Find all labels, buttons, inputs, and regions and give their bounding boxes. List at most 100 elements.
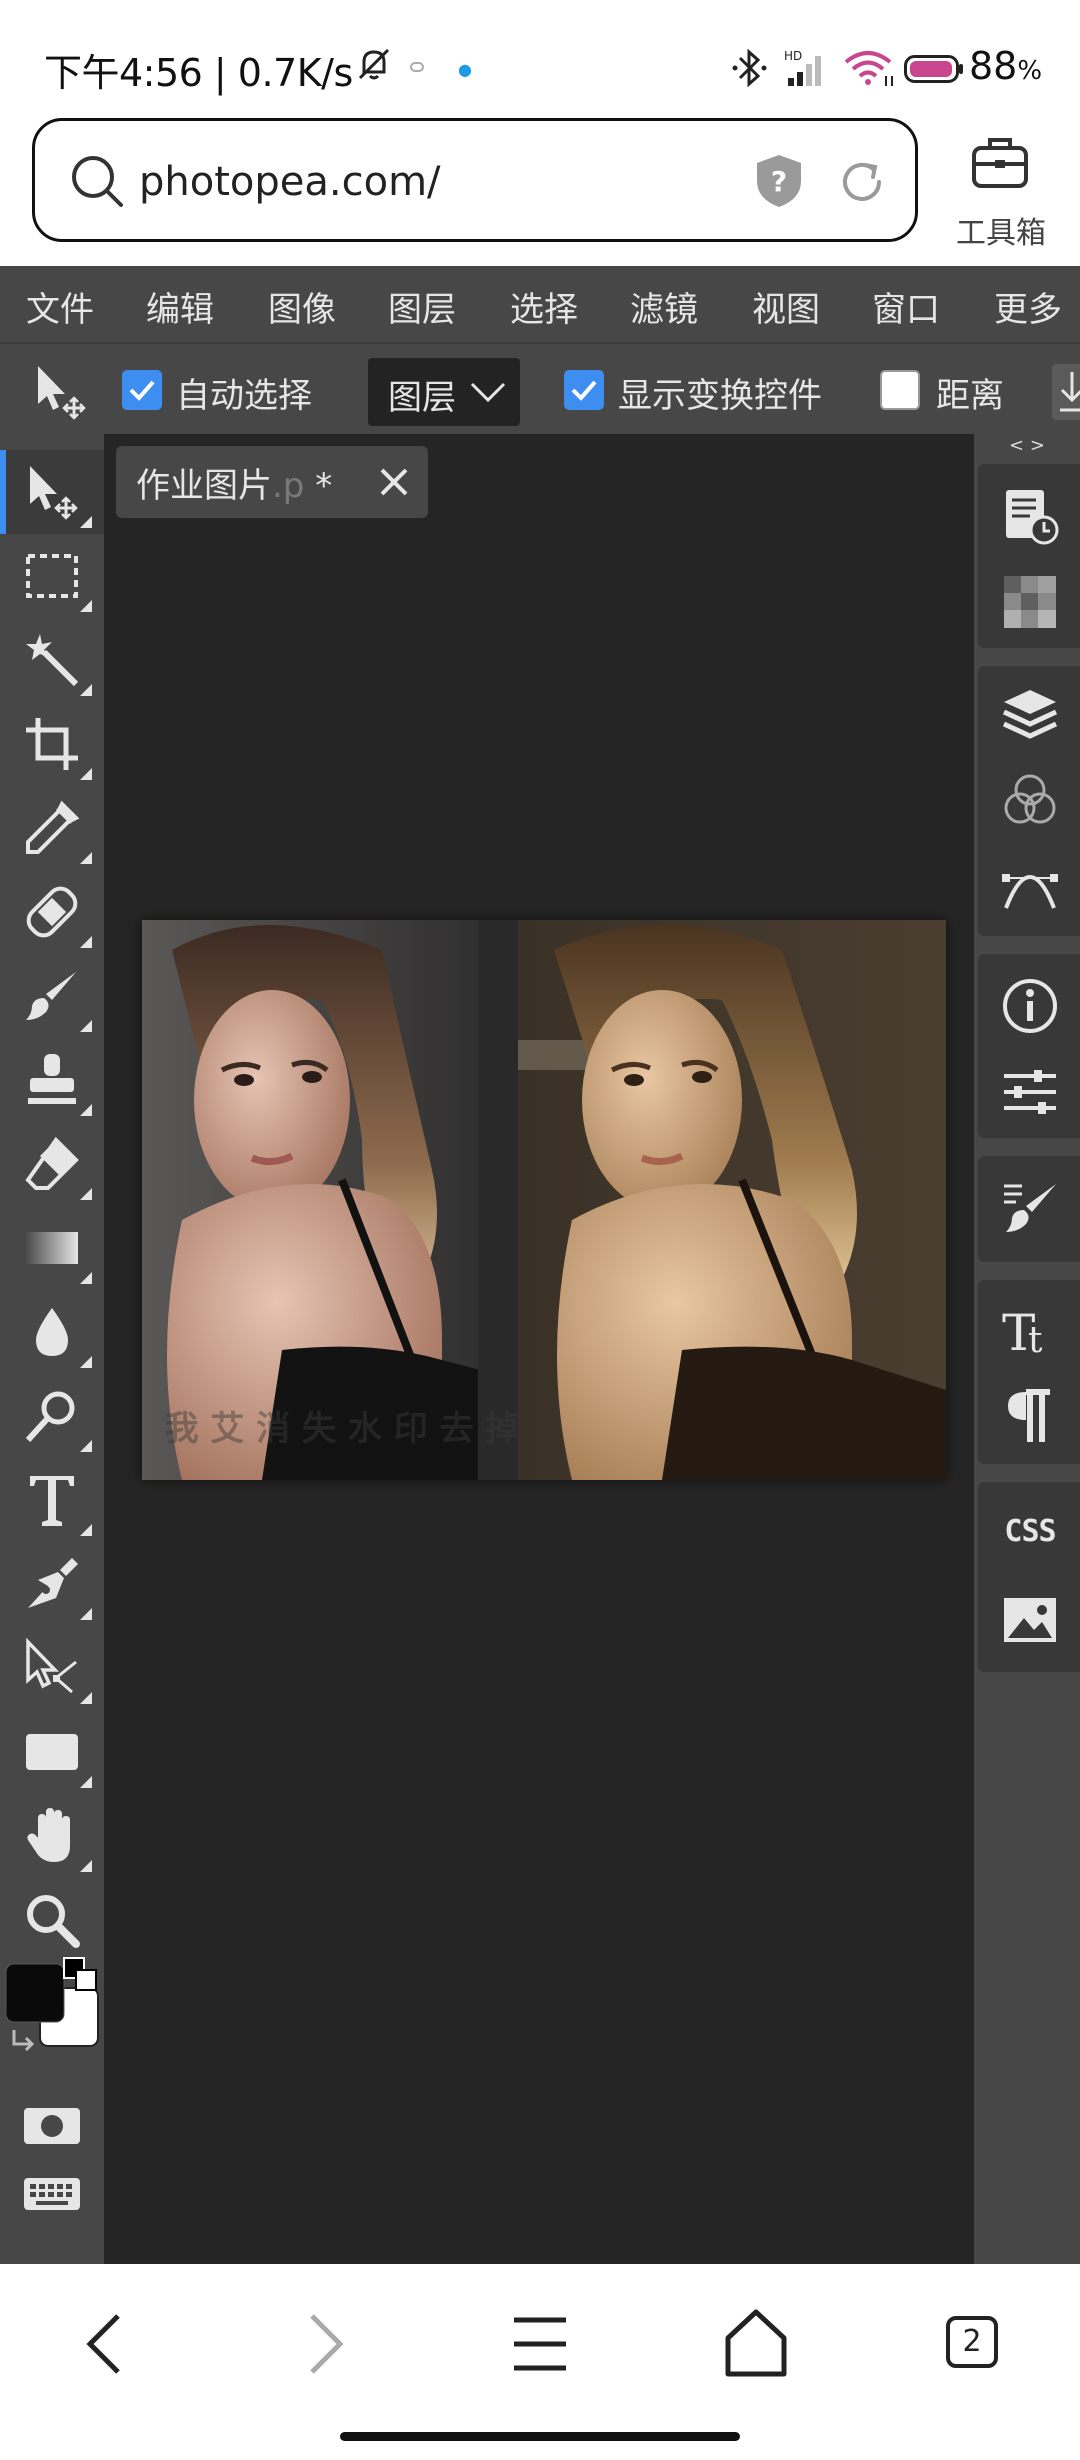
panel-group-history xyxy=(978,464,1080,648)
pen-tool[interactable] xyxy=(0,1542,104,1626)
submenu-triangle-icon xyxy=(80,1692,92,1704)
menu-more[interactable]: 更多 xyxy=(994,282,1062,331)
keyboard-icon[interactable] xyxy=(22,2174,82,2214)
menu-filter[interactable]: 滤镜 xyxy=(630,282,698,331)
show-transform-label[interactable]: 显示变换控件 xyxy=(618,368,822,417)
crop-tool[interactable] xyxy=(0,702,104,786)
document-tab-title: 作业图片.p * xyxy=(136,458,332,507)
eraser-icon xyxy=(25,1136,79,1190)
healing-brush-tool[interactable] xyxy=(0,870,104,954)
battery-value: 88 xyxy=(969,44,1018,88)
panel-group-brush xyxy=(978,1156,1080,1262)
eyedropper-tool[interactable] xyxy=(0,786,104,870)
menu-edit[interactable]: 编辑 xyxy=(146,282,214,331)
toolbox-button[interactable]: 工具箱 xyxy=(946,130,1056,254)
path-select-tool[interactable] xyxy=(0,1626,104,1710)
zoom-tool[interactable] xyxy=(0,1878,104,1962)
close-icon[interactable] xyxy=(378,466,410,498)
battery-percent: 88% xyxy=(969,44,1042,88)
paragraph-icon[interactable] xyxy=(1000,1386,1060,1446)
submenu-triangle-icon xyxy=(80,1524,92,1536)
layers-icon[interactable] xyxy=(1000,684,1060,744)
distance-checkbox[interactable] xyxy=(880,370,920,410)
drop-icon xyxy=(36,1308,68,1356)
menu-window[interactable]: 窗口 xyxy=(872,282,940,331)
history-icon[interactable] xyxy=(1000,486,1060,546)
toolbox-icon xyxy=(972,138,1028,188)
foreground-color-swatch xyxy=(5,1963,65,2023)
reload-icon[interactable] xyxy=(835,155,889,209)
svg-text:t: t xyxy=(1028,1320,1043,1360)
eyedropper-icon xyxy=(26,800,80,854)
rectangle-tool[interactable] xyxy=(0,1710,104,1794)
address-bar[interactable]: photopea.com/ ? xyxy=(32,118,918,242)
menu-bar: 文件 编辑 图像 图层 选择 滤镜 视图 窗口 更多 xyxy=(0,266,1080,342)
home-icon[interactable] xyxy=(716,2304,796,2384)
auto-select-checkbox[interactable] xyxy=(122,370,162,410)
submenu-triangle-icon xyxy=(80,1608,92,1620)
character-icon[interactable]: T t xyxy=(1000,1300,1060,1360)
submenu-triangle-icon xyxy=(80,1776,92,1788)
back-icon[interactable] xyxy=(66,2304,146,2384)
battery-icon xyxy=(904,55,963,83)
canvas-image[interactable]: 我 艾 消 失 水 印 去 掉 xyxy=(142,920,946,1480)
rectangle-shape-icon xyxy=(26,1734,78,1770)
menu-layer[interactable]: 图层 xyxy=(388,282,456,331)
toolbox-label: 工具箱 xyxy=(956,216,1046,251)
panel-collapse-toggle[interactable]: < > xyxy=(974,434,1080,458)
auto-select-label[interactable]: 自动选择 xyxy=(176,368,312,417)
show-transform-checkbox[interactable] xyxy=(564,370,604,410)
document-name: 作业图片 xyxy=(136,466,272,506)
gradient-icon xyxy=(26,1232,78,1264)
menu-file[interactable]: 文件 xyxy=(26,282,94,331)
channels-icon[interactable] xyxy=(1000,770,1060,830)
menu-view[interactable]: 视图 xyxy=(752,282,820,331)
move-tool[interactable] xyxy=(0,450,104,534)
bandage-icon xyxy=(26,886,78,938)
magic-wand-tool[interactable] xyxy=(0,618,104,702)
document-modified-marker: * xyxy=(304,466,333,506)
swatches-icon[interactable] xyxy=(1000,572,1060,632)
css-panel-button[interactable]: CSS xyxy=(990,1514,1070,1549)
marquee-tool[interactable] xyxy=(0,534,104,618)
type-tool[interactable] xyxy=(0,1458,104,1542)
document-tab[interactable]: 作业图片.p * xyxy=(116,446,428,518)
submenu-triangle-icon xyxy=(80,684,92,696)
marquee-icon xyxy=(26,554,78,598)
checkmark-icon xyxy=(571,380,597,401)
brush-tool[interactable] xyxy=(0,954,104,1038)
image-icon[interactable] xyxy=(1000,1590,1060,1650)
info-icon[interactable] xyxy=(1000,976,1060,1036)
adjustments-icon[interactable] xyxy=(1000,1062,1060,1122)
auto-select-target-dropdown[interactable]: 图层 xyxy=(368,358,520,426)
quick-mask-icon[interactable] xyxy=(22,2104,82,2148)
panel-group-layers xyxy=(978,666,1080,936)
menu-image[interactable]: 图像 xyxy=(268,282,336,331)
forward-icon[interactable] xyxy=(284,2304,364,2384)
download-icon[interactable] xyxy=(1052,364,1080,420)
chevron-down-icon xyxy=(470,382,506,403)
eraser-tool[interactable] xyxy=(0,1122,104,1206)
options-bar: 自动选择 图层 显示变换控件 距离 xyxy=(0,342,1080,434)
security-shield-icon[interactable]: ? xyxy=(753,153,805,209)
dodge-tool[interactable] xyxy=(0,1374,104,1458)
photopea-app: 文件 编辑 图像 图层 选择 滤镜 视图 窗口 更多 自动选择 图层 显示变换控… xyxy=(0,266,1080,2264)
submenu-triangle-icon xyxy=(80,1272,92,1284)
search-icon xyxy=(72,156,123,207)
color-swatches[interactable] xyxy=(0,1954,104,2074)
move-tool-icon xyxy=(38,366,86,420)
menu-select[interactable]: 选择 xyxy=(510,282,578,331)
paths-icon[interactable] xyxy=(1000,856,1060,916)
submenu-triangle-icon xyxy=(80,516,92,528)
battery-unit: % xyxy=(1017,56,1043,86)
clone-stamp-tool[interactable] xyxy=(0,1038,104,1122)
hand-tool[interactable] xyxy=(0,1794,104,1878)
url-text[interactable]: photopea.com/ xyxy=(139,159,441,205)
svg-text:?: ? xyxy=(771,165,787,198)
distance-label[interactable]: 距离 xyxy=(936,368,1004,417)
gradient-tool[interactable] xyxy=(0,1206,104,1290)
blur-tool[interactable] xyxy=(0,1290,104,1374)
brush-settings-icon[interactable] xyxy=(1000,1178,1060,1238)
tabs-count-button[interactable]: 2 xyxy=(946,2316,998,2368)
menu-icon[interactable] xyxy=(500,2304,580,2384)
